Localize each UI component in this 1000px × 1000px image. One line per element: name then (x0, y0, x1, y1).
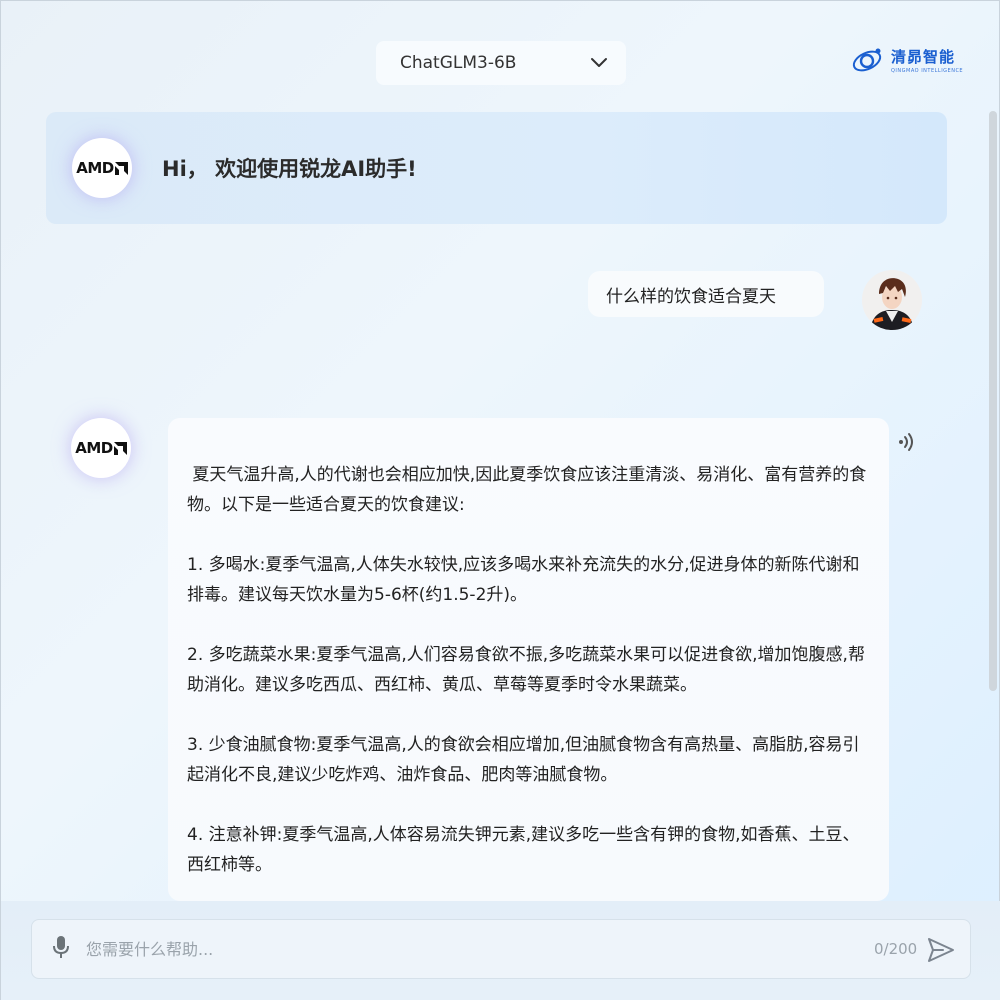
scrollbar[interactable] (989, 111, 997, 691)
bot-paragraph: 3. 少食油腻食物:夏季气温高,人的食欲会相应增加,但油腻食物含有高热量、高脂肪… (187, 735, 860, 785)
send-icon[interactable] (927, 936, 955, 964)
bot-message-bubble: 夏天气温升高,人的代谢也会相应加快,因此夏季饮食应该注重清淡、易消化、富有营养的… (168, 418, 889, 901)
chat-input[interactable] (86, 939, 846, 959)
bot-paragraph: 2. 多吃蔬菜水果:夏季气温高,人们容易食欲不振,多吃蔬菜水果可以促进食欲,增加… (187, 645, 865, 695)
user-avatar (862, 270, 922, 330)
brand-subtitle: QINGMAO INTELLIGENCE (891, 68, 964, 74)
amd-arrow-icon (114, 161, 128, 175)
user-message-text: 什么样的饮食适合夏天 (606, 286, 776, 307)
bot-avatar: AMD (71, 418, 131, 478)
speaker-icon[interactable] (897, 431, 919, 453)
char-counter: 0/200 (874, 940, 918, 958)
bot-paragraph: 4. 注意补钾:夏季气温高,人体容易流失钾元素,建议多吃一些含有钾的食物,如香蕉… (187, 825, 860, 875)
chat-input-box: 0/200 (31, 919, 971, 979)
bot-avatar-text: AMD (75, 439, 113, 457)
model-select-value: ChatGLM3-6B (400, 53, 517, 73)
app-window: ChatGLM3-6B 清昴智能 QINGMAO INTELLIGENCE AM… (0, 0, 1000, 1000)
amd-arrow-icon (113, 441, 127, 455)
microphone-icon[interactable] (52, 935, 70, 963)
amd-avatar-text: AMD (76, 159, 114, 177)
bot-paragraph: 夏天气温升高,人的代谢也会相应加快,因此夏季饮食应该注重清淡、易消化、富有营养的… (187, 465, 867, 515)
chevron-down-icon (590, 57, 608, 69)
amd-avatar: AMD (72, 138, 132, 198)
brand-logo-icon (851, 45, 885, 79)
model-select-dropdown[interactable]: ChatGLM3-6B (376, 41, 626, 85)
brand-name: 清昴智能 (891, 48, 956, 66)
welcome-greeting: Hi， 欢迎使用锐龙AI助手! (162, 157, 417, 181)
bot-paragraph: 1. 多喝水:夏季气温高,人体失水较快,应该多喝水来补充流失的水分,促进身体的新… (187, 555, 860, 605)
brand-logo: 清昴智能 QINGMAO INTELLIGENCE (851, 45, 963, 79)
user-message-bubble: 什么样的饮食适合夏天 (588, 271, 824, 317)
welcome-card: AMD Hi， 欢迎使用锐龙AI助手! (46, 112, 947, 224)
